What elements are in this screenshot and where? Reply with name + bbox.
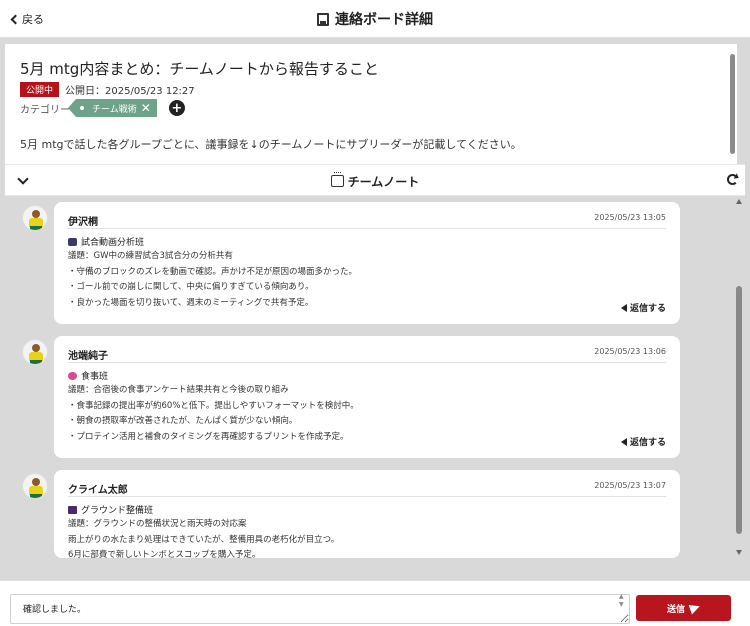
post-card: 5月 mtg内容まとめ：チームノートから報告すること 公開中 公開日：2025/… (5, 44, 737, 164)
reply-label: 返信する (629, 304, 666, 314)
send-label: 送信 (666, 604, 685, 615)
avatar (22, 339, 48, 365)
note-entry: 伊沢桐 2025/05/23 13:05 試合動画分析班 議題：GW中の練習試合… (54, 202, 680, 324)
paper-plane-icon (688, 601, 702, 615)
avatar (22, 473, 48, 499)
entry-body: 議題：合宿後の食事アンケート結果共有と今後の取り組み ・食事記録の提出率が約60… (68, 383, 359, 445)
send-button[interactable]: 送信 (636, 595, 731, 621)
entry-line: 議題：合宿後の食事アンケート結果共有と今後の取り組み (68, 385, 289, 395)
post-meta: 公開中 公開日：2025/05/23 12:27 (20, 82, 195, 97)
entry-group: 食事班 (68, 369, 108, 382)
entry-time: 2025/05/23 13:06 (594, 347, 666, 356)
entry-time: 2025/05/23 13:05 (594, 213, 666, 222)
entry-line: 6月に部費で新しいトンボとスコップを購入予定。 (68, 550, 261, 558)
remove-tag-icon[interactable]: ✕ (141, 102, 151, 114)
category-label: カテゴリー (20, 104, 70, 116)
entry-time: 2025/05/23 13:07 (594, 481, 666, 490)
status-badge: 公開中 (20, 82, 60, 97)
entry-body: 議題：GW中の練習試合3試合分の分析共有 ・守備のブロックのズレを動画で確認。声… (68, 249, 357, 311)
add-category-button[interactable]: + (168, 100, 185, 116)
reply-button[interactable]: 返信する (620, 301, 666, 314)
entry-line: ・ゴール前での崩しに関して、中央に偏りすぎている傾向あり。 (68, 282, 314, 292)
entry-group-label: 食事班 (81, 372, 109, 382)
post-title: 5月 mtg内容まとめ：チームノートから報告すること (20, 60, 379, 78)
category-tag: チーム戦術 ✕ (68, 99, 157, 117)
entry-group: グラウンド整備班 (68, 503, 153, 516)
plus-icon: + (171, 100, 183, 116)
avatar (22, 205, 48, 231)
top-header: 戻る 連絡ボード詳細 (0, 0, 750, 38)
page-title-text: 連絡ボード詳細 (335, 12, 433, 28)
message-input[interactable]: 確認しました。 (10, 594, 630, 624)
entry-group-label: グラウンド整備班 (81, 506, 154, 516)
tag-hole-icon (80, 106, 84, 110)
team-note-header: チームノート (5, 164, 745, 196)
published-date: 公開日：2025/05/23 12:27 (65, 86, 195, 97)
team-icon (68, 237, 77, 246)
entry-line: 議題：グラウンドの整備状況と雨天時の対応案 (68, 519, 247, 529)
feed-scrollbar[interactable] (733, 196, 745, 558)
team-note-title: チームノート (330, 172, 420, 190)
divider (68, 362, 666, 363)
post-scrollbar[interactable] (730, 54, 735, 154)
reply-icon (620, 303, 627, 312)
note-entry: 池端純子 2025/05/23 13:06 食事班 議題：合宿後の食事アンケート… (54, 336, 680, 458)
scrollbar-thumb[interactable] (736, 286, 742, 534)
reply-label: 返信する (629, 438, 666, 448)
entry-body: 議題：グラウンドの整備状況と雨天時の対応案 雨上がりの水たまり処理はできていたが… (68, 517, 339, 558)
note-entry: クライム太郎 2025/05/23 13:07 グラウンド整備班 議題：グラウン… (54, 470, 680, 558)
page-title: 連絡ボード詳細 (317, 9, 433, 29)
reply-button[interactable]: 返信する (620, 435, 666, 448)
board-icon (317, 12, 329, 26)
entry-author: 池端純子 (68, 351, 108, 362)
entry-group-label: 試合動画分析班 (81, 238, 145, 248)
reply-icon (620, 437, 627, 446)
category-row: カテゴリー チーム戦術 ✕ + (20, 99, 185, 117)
entry-line: ・朝食の摂取率が改善されたが、たんぱく質が少ない傾向。 (68, 416, 298, 426)
food-icon (68, 371, 77, 380)
entry-line: ・食事記録の提出率が約60%と低下。提出しやすいフォーマットを検討中。 (68, 400, 359, 411)
divider (68, 496, 666, 497)
entry-author: クライム太郎 (68, 485, 128, 496)
entry-line: 議題：GW中の練習試合3試合分の分析共有 (68, 251, 233, 261)
refresh-icon[interactable] (727, 174, 738, 185)
entry-line: ・良かった場面を切り抜いて、週末のミーティングで共有予定。 (68, 297, 314, 308)
scroll-up-icon[interactable] (736, 199, 742, 204)
notebook-icon (330, 172, 344, 187)
scroll-down-icon[interactable] (736, 550, 742, 555)
team-note-title-text: チームノート (347, 174, 420, 189)
entry-group: 試合動画分析班 (68, 235, 144, 248)
entry-author: 伊沢桐 (68, 217, 98, 228)
composer: 確認しました。 ▲ ▼ 送信 (0, 580, 750, 626)
divider (68, 228, 666, 229)
category-tag-label: チーム戦術 (92, 104, 137, 115)
post-body: 5月 mtgで話した各グループごとに、議事録を↓のチームノートにサブリーダーが記… (20, 138, 522, 151)
entry-line: ・守備のブロックのズレを動画で確認。声かけ不足が原因の場面多かった。 (68, 266, 358, 277)
entry-line: 雨上がりの水たまり処理はできていたが、整備用具の老朽化が目立つ。 (68, 534, 340, 545)
ground-icon (68, 505, 77, 514)
entry-line: ・プロテイン活用と補食のタイミングを再確認するプリントを作成予定。 (68, 431, 349, 442)
resize-handle-icon[interactable]: ▲ ▼ (619, 593, 624, 609)
